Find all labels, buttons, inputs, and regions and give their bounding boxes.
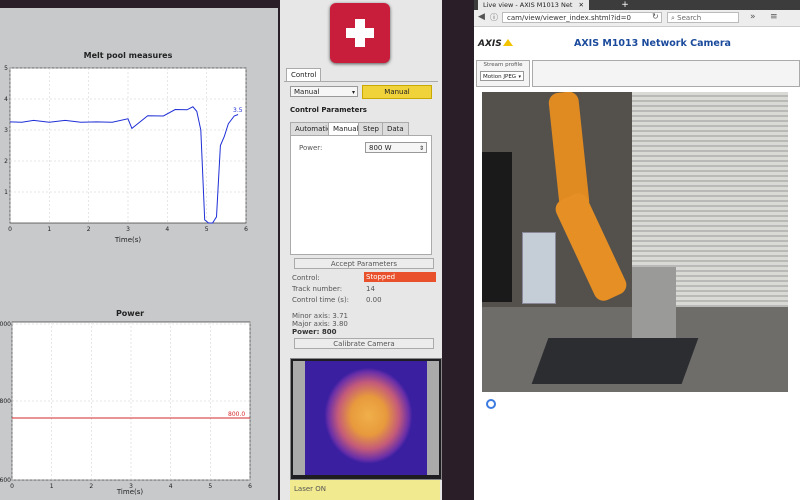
search-placeholder: Search [677,14,702,22]
back-icon[interactable]: ◀ [478,12,485,22]
power-y-tick: 800 [0,398,11,405]
power-input[interactable]: 800 W ⇕ [365,142,427,153]
power-x-tick: 3 [129,483,133,490]
control-app: Control Manual ▾ Manual Control Paramete… [280,0,442,500]
tab-bar: Live view - AXIS M1013 Net ✕ + [474,0,800,10]
manual-panel: Power: 800 W ⇕ [290,135,432,255]
app-logo [330,3,390,63]
melt-pool-xlabel: Time(s) [114,236,142,244]
close-icon[interactable]: ✕ [579,1,584,9]
stream-profile-box: Stream profile Motion JPEG ▾ [476,60,530,87]
melt-pool-y-tick: 3 [4,127,8,134]
melt-pool-y-tick: 1 [4,189,8,196]
new-tab-icon[interactable]: + [616,0,634,10]
melt-pool-heatmap [305,361,427,475]
power-y-tick: 000 [0,321,11,328]
major-axis-readout: Major axis: 3.80 [292,320,348,328]
melt-pool-x-tick: 1 [47,226,51,233]
control-status-label: Control: [292,274,320,282]
power-input-value: 800 W [369,144,392,152]
power-plot-area [11,321,251,481]
track-number-value: 14 [366,285,375,293]
power-label: Power: [299,144,323,152]
subtab-bar: Automatic Manual Step Data [288,122,438,136]
melt-pool-x-tick: 0 [8,226,12,233]
mode-select[interactable]: Manual ▾ [290,86,358,97]
power-x-tick: 6 [248,483,252,490]
stream-profile-label: Stream profile [483,62,523,68]
melt-pool-x-tick: 4 [165,226,169,233]
params-heading: Control Parameters [290,106,367,114]
chevron-down-icon: ▾ [351,89,355,96]
reload-icon[interactable]: ↻ [652,12,659,21]
melt-pool-chart: Melt pool measures Time(s) 0 1 2 3 4 5 6 5 4 3 2 1… [4,51,248,244]
navigation-bar: ◀ ⓘ cam/view/viewer_index.shtml?id=0 ↻ ⌕… [474,10,800,27]
live-camera-view [482,92,788,392]
accept-parameters-button[interactable]: Accept Parameters [294,258,434,269]
info-icon[interactable]: ⓘ [490,12,498,23]
power-title: Power [116,309,144,318]
toolbar-box [532,60,800,87]
mode-select-value: Manual [294,88,320,96]
melt-pool-x-tick: 5 [205,226,209,233]
search-icon: ⌕ [671,14,675,22]
power-readout: Power: 800 [292,328,337,336]
melt-pool-y-tick: 4 [4,96,8,103]
browser-tab-title: Live view - AXIS M1013 Net [483,1,573,9]
overflow-chevron-icon[interactable]: » [750,12,756,22]
axis-logo-text: AXIS [478,39,502,49]
chevron-down-icon: ▾ [518,74,521,80]
subtab-step[interactable]: Step [358,122,384,136]
control-status-badge: Stopped [364,272,436,282]
power-x-tick: 2 [89,483,93,490]
tab-control[interactable]: Control [286,68,322,82]
browser-window: Live view - AXIS M1013 Net ✕ + ◀ ⓘ cam/v… [474,0,800,500]
melt-pool-x-tick: 3 [126,226,130,233]
melt-pool-y-tick: 5 [4,65,8,72]
power-x-tick: 5 [208,483,212,490]
spinner-icon: ⇕ [418,145,424,152]
power-chart: Power Time(s) 0123456 000800600 800.0 [0,309,252,496]
browser-tab-live-view[interactable]: Live view - AXIS M1013 Net ✕ [478,0,589,10]
tab-divider [284,81,438,82]
camera-header: AXIS AXIS M1013 Network Camera [474,28,800,58]
melt-pool-x-tick: 2 [87,226,91,233]
power-y-tick: 600 [0,477,11,484]
melt-pool-y-tick: 2 [4,158,8,165]
search-input[interactable]: ⌕ Search [667,12,739,23]
thermal-image [290,358,442,480]
melt-pool-x-tick: 6 [244,226,248,233]
stream-profile-value: Motion JPEG [483,74,517,80]
power-x-tick: 1 [50,483,54,490]
stream-profile-select[interactable]: Motion JPEG ▾ [480,71,524,81]
power-x-tick: 0 [10,483,14,490]
chart-panel: Melt pool measures Time(s) 0 1 2 3 4 5 6 5 4 3 2 1… [0,8,278,500]
cabinet [522,232,556,304]
axis-logo-mark [502,39,513,46]
dark-fixture [482,152,512,302]
power-end-label: 800.0 [228,411,245,418]
control-time-label: Control time (s): [292,296,350,304]
url-bar[interactable]: cam/view/viewer_index.shtml?id=0 [502,12,662,23]
track-number-label: Track number: [292,285,343,293]
melt-pool-end-label: 3.5 [233,107,243,114]
minor-axis-readout: Minor axis: 3.71 [292,312,348,320]
subtab-data[interactable]: Data [382,122,409,136]
calibrate-camera-button[interactable]: Calibrate Camera [294,338,434,349]
melt-pool-title: Melt pool measures [84,51,173,60]
camera-title: AXIS M1013 Network Camera [574,38,731,49]
power-x-tick: 4 [169,483,173,490]
mode-indicator: Manual [362,85,432,99]
control-time-value: 0.00 [366,296,382,304]
axis-logo: AXIS [478,39,513,49]
status-indicator-icon [486,399,496,409]
hamburger-menu-icon[interactable]: ≡ [770,12,778,22]
laser-status-bar: Laser ON [290,480,440,500]
workpiece [531,338,699,384]
